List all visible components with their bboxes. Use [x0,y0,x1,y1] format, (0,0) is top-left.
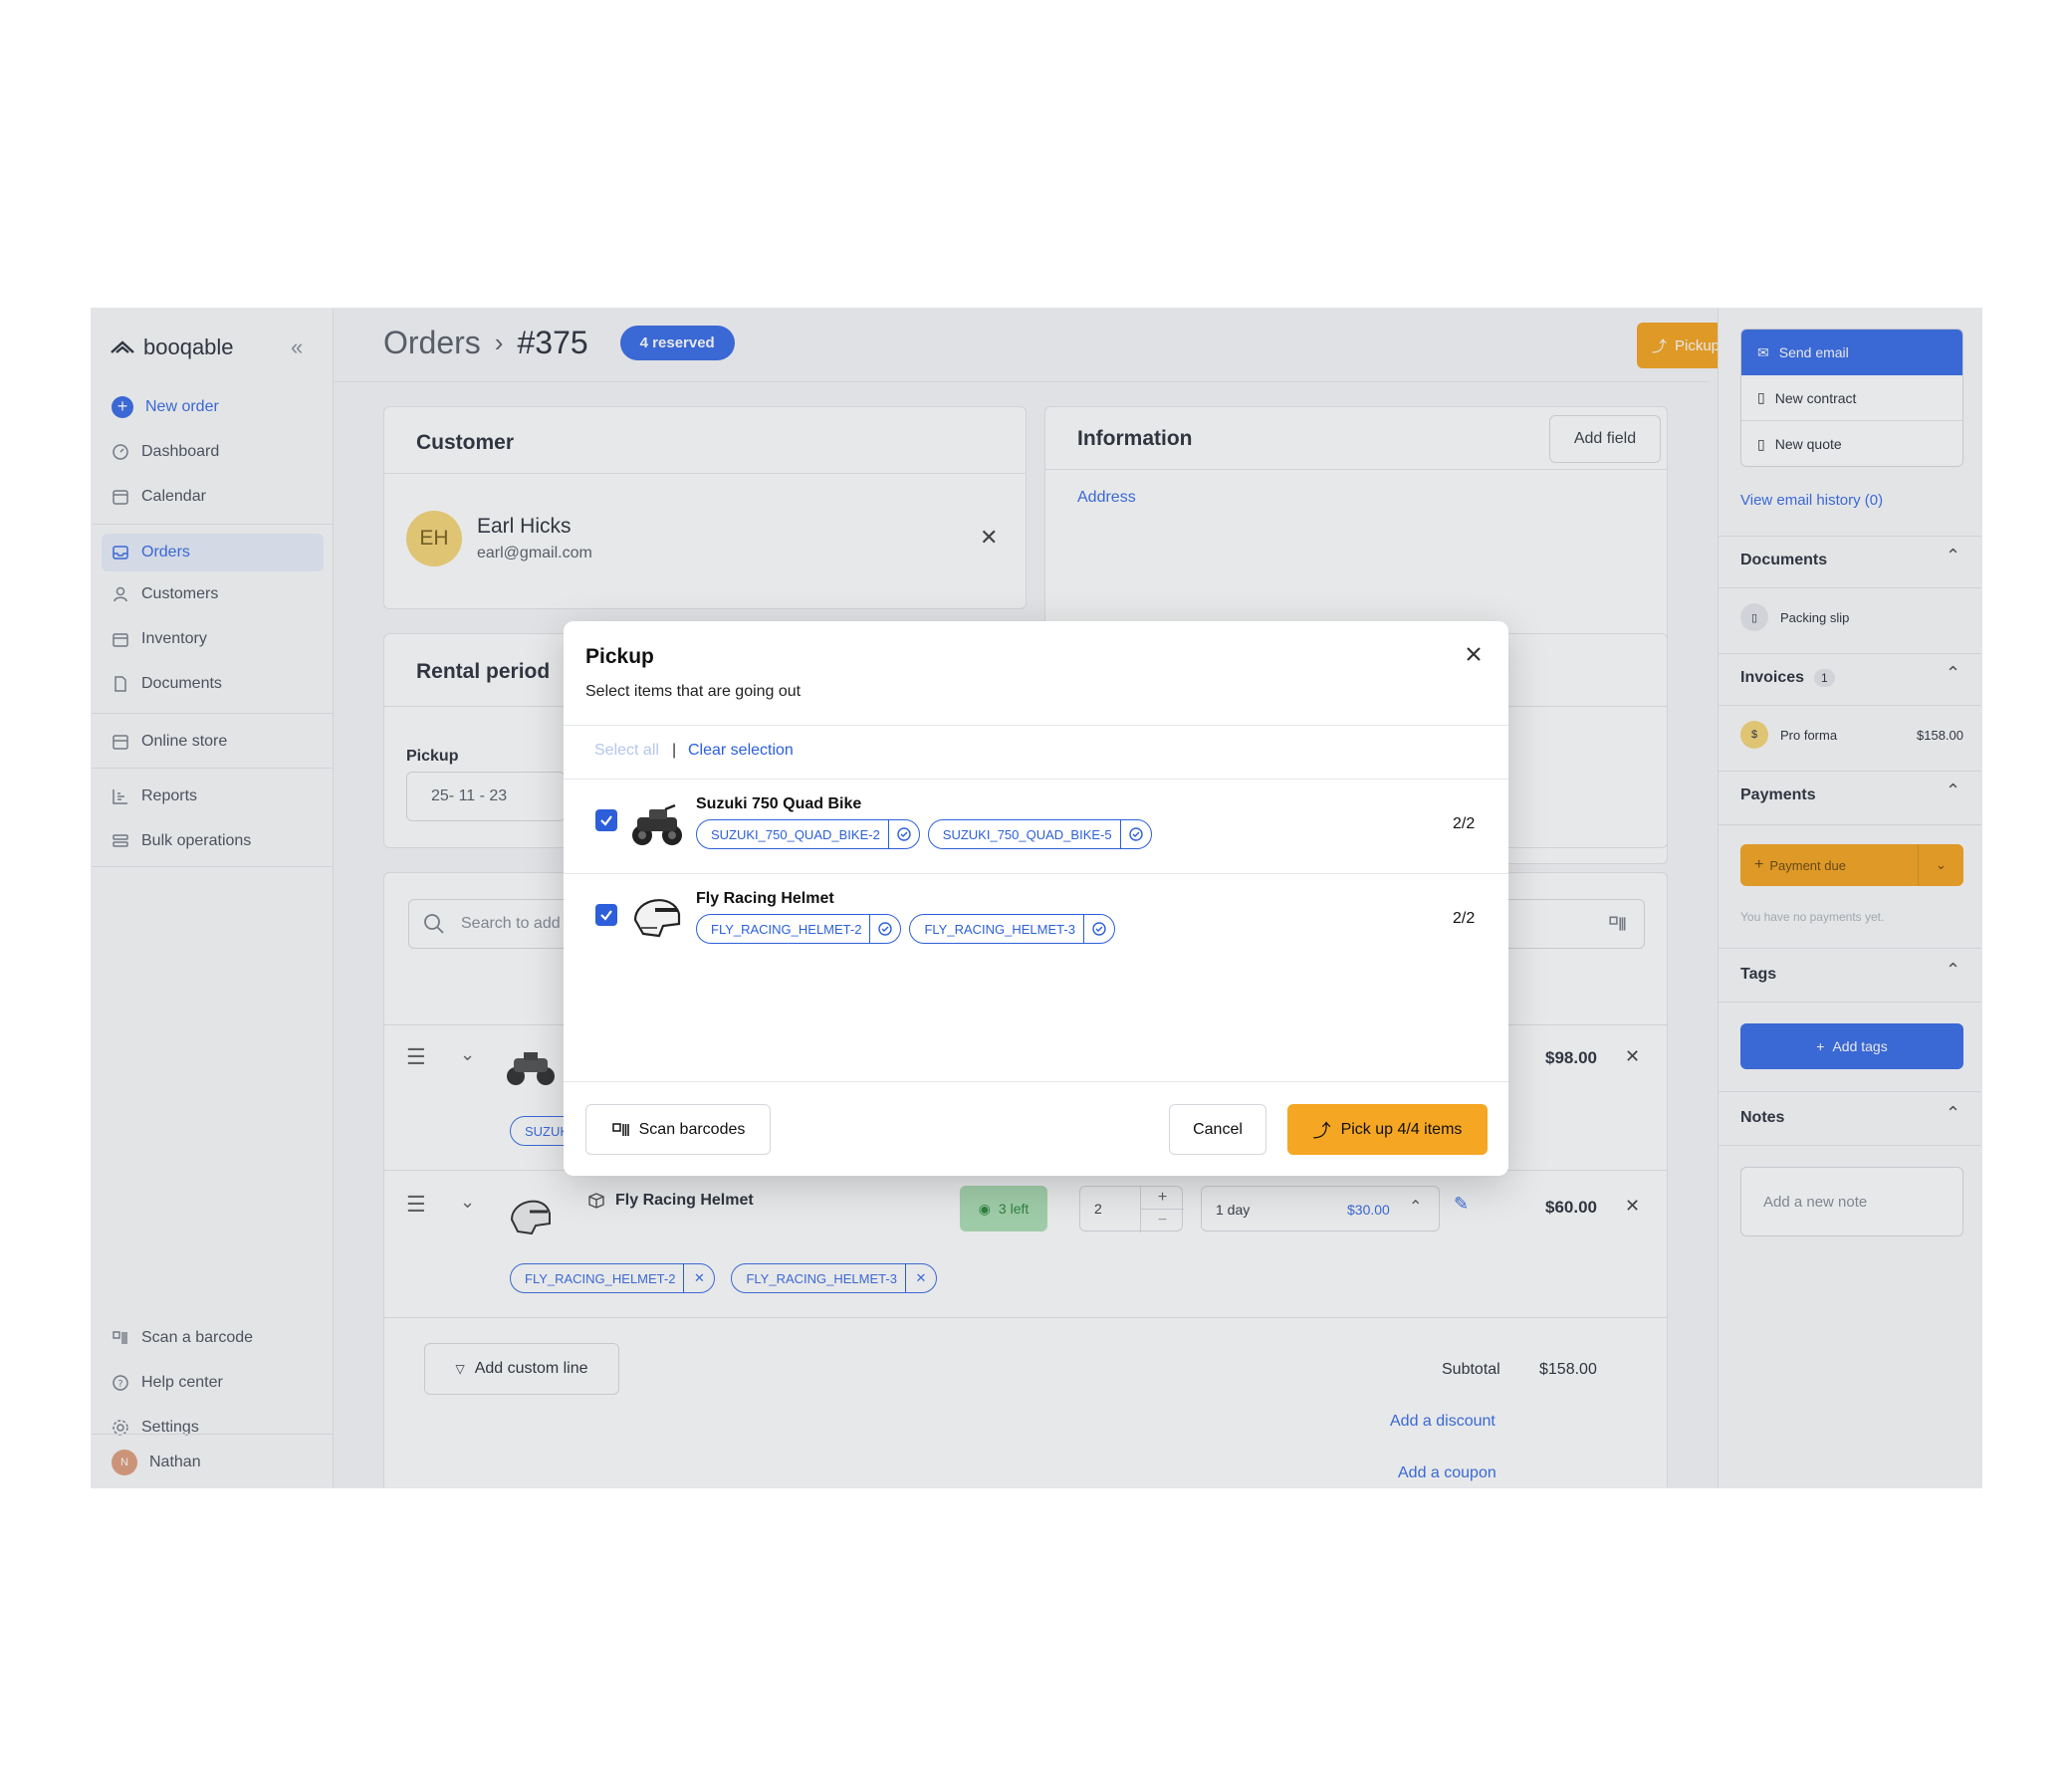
stock-item-label: SUZUKI_750_QUAD_BIKE-5 [929,820,1121,848]
pick-up-items-button[interactable]: ⤴ Pick up 4/4 items [1287,1104,1488,1155]
check-icon [600,910,612,921]
pickup-arrow-icon: ⤴ [1312,1120,1331,1141]
helmet-thumbnail [633,899,681,938]
product-name: Suzuki 750 Quad Bike [696,795,862,812]
pickup-product-row: Suzuki 750 Quad Bike SUZUKI_750_QUAD_BIK… [564,780,1508,873]
stock-item-tag[interactable]: FLY_RACING_HELMET-2 [696,914,902,944]
product-checkbox[interactable] [595,904,617,926]
stock-item-label: FLY_RACING_HELMET-2 [697,915,871,943]
stock-item-tag[interactable]: FLY_RACING_HELMET-3 [909,914,1115,944]
stock-item-label: SUZUKI_750_QUAD_BIKE-2 [697,820,889,848]
product-count: 2/2 [1453,815,1476,832]
pickup-product-row: Fly Racing Helmet FLY_RACING_HELMET-2 FL… [564,874,1508,968]
barcode-icon [611,1122,629,1136]
check-circle-icon [889,820,919,848]
stock-item-label: FLY_RACING_HELMET-3 [910,915,1084,943]
quad-bike-thumbnail [632,803,682,845]
check-circle-icon [1121,820,1151,848]
check-icon [600,815,612,826]
product-name: Fly Racing Helmet [696,890,834,907]
pickup-modal: Pickup Select items that are going out S… [564,621,1508,1176]
product-checkbox[interactable] [595,809,617,831]
clear-selection-link[interactable]: Clear selection [688,742,794,760]
close-icon[interactable] [1463,643,1485,665]
modal-title: Pickup [585,645,654,668]
select-all-link[interactable]: Select all [594,742,659,760]
cancel-button[interactable]: Cancel [1169,1104,1266,1155]
product-tag-list: FLY_RACING_HELMET-2 FLY_RACING_HELMET-3 [696,914,1115,944]
stock-item-tag[interactable]: SUZUKI_750_QUAD_BIKE-2 [696,819,920,849]
product-tag-list: SUZUKI_750_QUAD_BIKE-2 SUZUKI_750_QUAD_B… [696,819,1152,849]
pick-up-items-label: Pick up 4/4 items [1340,1120,1463,1138]
check-circle-icon [870,915,900,943]
product-count: 2/2 [1453,910,1476,927]
selection-separator: | [672,742,677,759]
check-circle-icon [1084,915,1114,943]
stock-item-tag[interactable]: SUZUKI_750_QUAD_BIKE-5 [927,819,1152,849]
modal-subtitle: Select items that are going out [585,683,802,700]
scan-barcodes-button[interactable]: Scan barcodes [585,1104,771,1155]
scan-barcodes-label: Scan barcodes [638,1120,746,1138]
